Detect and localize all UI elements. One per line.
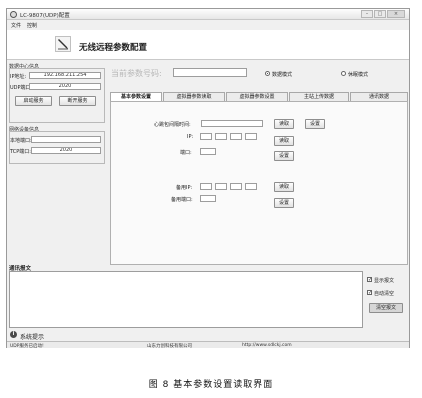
- status-url: http://www.sdlckj.com: [242, 343, 292, 348]
- backup-ip-octet-4[interactable]: [245, 183, 257, 190]
- page-title: 无线远程参数配置: [79, 43, 148, 53]
- local-port-input[interactable]: [31, 136, 101, 143]
- ip-octet-4[interactable]: [245, 133, 257, 140]
- status-bar: UDP服务已启动! 山东力创科技有限公司 http://www.sdlckj.c…: [7, 341, 409, 349]
- backup-port-label: 备用端口:: [171, 197, 193, 203]
- stop-service-button[interactable]: 断开服务: [59, 96, 96, 106]
- backup-ip-octet-3[interactable]: [230, 183, 242, 190]
- figure-caption: 图 8 基本参数设置读取界面: [148, 380, 274, 390]
- auto-clear-label: 自动清空: [374, 291, 395, 297]
- window-controls: – □ ×: [360, 10, 405, 18]
- start-service-button[interactable]: 启动服务: [15, 96, 52, 106]
- data-mode-label: 数据模式: [272, 72, 293, 78]
- backup-ip-octet-1[interactable]: [200, 183, 212, 190]
- title-bar: LC-9807(UDP)配置 – □ ×: [7, 9, 409, 20]
- tab-read-params[interactable]: 虚拟器参数读取: [163, 92, 225, 101]
- ip-octet-2[interactable]: [215, 133, 227, 140]
- system-prompt-label: 系统提示: [20, 334, 45, 341]
- device-number-label: 当前参数号码:: [111, 69, 162, 78]
- close-button[interactable]: ×: [387, 10, 405, 18]
- heartbeat-label: 心跳包间隔时间:: [154, 122, 191, 128]
- show-message-label: 显示报文: [374, 278, 395, 284]
- comm-message-area[interactable]: [9, 271, 363, 328]
- pen-icon: [55, 36, 71, 52]
- port-label: 端口:: [180, 150, 192, 156]
- port-input[interactable]: [200, 148, 216, 155]
- read-backup-button[interactable]: 读取: [274, 182, 294, 192]
- menu-control[interactable]: 控制: [27, 22, 37, 29]
- tcp-port-label: TCP端口:: [10, 149, 31, 155]
- tab-basic-settings[interactable]: 基本参数设置: [110, 92, 162, 101]
- show-message-checkbox[interactable]: ✓: [367, 277, 372, 283]
- minimize-button[interactable]: –: [361, 10, 373, 18]
- header-banner: 无线远程参数配置: [7, 30, 409, 60]
- clear-message-button[interactable]: 清空报文: [369, 303, 403, 313]
- set-heartbeat-button[interactable]: 设置: [305, 119, 325, 129]
- status-company: 山东力创科技有限公司: [147, 344, 192, 349]
- ip-address-label: IP地址:: [10, 74, 27, 80]
- info-icon: i: [10, 331, 17, 338]
- maximize-button[interactable]: □: [374, 10, 386, 18]
- read-heartbeat-button[interactable]: 读取: [274, 119, 294, 129]
- set-backup-button[interactable]: 设置: [274, 198, 294, 208]
- tab-comm-data[interactable]: 通讯数据: [350, 92, 408, 101]
- menu-file[interactable]: 文件: [11, 22, 21, 29]
- tab-bar: 基本参数设置 虚拟器参数读取 虚拟器参数设置 主站上传数据 通讯数据: [110, 92, 408, 101]
- sleep-mode-label: 休眠模式: [348, 72, 369, 78]
- ip-octet-1[interactable]: [200, 133, 212, 140]
- udp-port-input[interactable]: 2020: [29, 83, 101, 90]
- heartbeat-input[interactable]: [201, 120, 263, 127]
- read-ip-button[interactable]: 读取: [274, 136, 294, 146]
- tab-upload-data[interactable]: 主站上传数据: [289, 92, 349, 101]
- status-left: UDP服务已启动!: [10, 344, 44, 349]
- app-icon: [10, 11, 17, 18]
- tcp-port-input[interactable]: 2020: [31, 147, 101, 154]
- data-mode-radio[interactable]: [265, 71, 270, 76]
- app-window: LC-9807(UDP)配置 – □ × 文件 控制 无线远程参数配置 数据中心…: [6, 8, 410, 349]
- window-title: LC-9807(UDP)配置: [20, 13, 70, 19]
- set-ip-port-button[interactable]: 设置: [274, 151, 294, 161]
- backup-ip-label: 备用IP:: [176, 185, 193, 191]
- tab-set-params[interactable]: 虚拟器参数设置: [226, 92, 288, 101]
- sleep-mode-radio[interactable]: [341, 71, 346, 76]
- menu-bar: 文件 控制: [7, 21, 409, 29]
- backup-ip-octet-2[interactable]: [215, 183, 227, 190]
- backup-port-input[interactable]: [200, 195, 216, 202]
- device-number-input[interactable]: [173, 68, 247, 77]
- ip-label: IP:: [187, 134, 194, 140]
- auto-clear-checkbox[interactable]: ✓: [367, 290, 372, 296]
- ip-octet-3[interactable]: [230, 133, 242, 140]
- ip-address-input[interactable]: 192.168.211.254: [29, 72, 101, 79]
- local-port-label: 本地端口:: [10, 138, 32, 144]
